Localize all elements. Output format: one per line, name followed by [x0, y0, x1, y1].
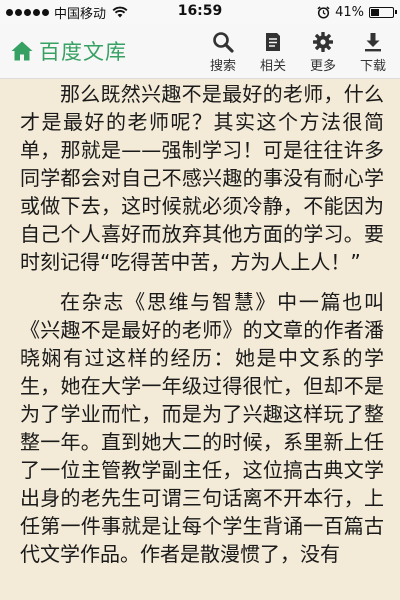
- more-button-label: 更多: [309, 59, 336, 74]
- battery-icon: [369, 6, 397, 18]
- search-button-label: 搜索: [209, 59, 236, 74]
- search-icon: [213, 32, 234, 53]
- more-button[interactable]: 更多: [298, 28, 348, 74]
- alarm-icon: [317, 5, 330, 19]
- related-button[interactable]: 相关: [248, 28, 298, 74]
- gear-icon: [313, 32, 333, 52]
- brand[interactable]: 百度文库: [10, 36, 127, 66]
- download-icon: [365, 33, 381, 52]
- related-button-label: 相关: [259, 59, 286, 74]
- download-button-label: 下载: [359, 59, 386, 74]
- brand-title: 百度文库: [39, 40, 127, 64]
- reader-screen: 中国移动 16:59 41% 百度文库 搜索 相关 更多 下载 那么既然兴趣不是…: [0, 0, 400, 600]
- document-content[interactable]: 那么既然兴趣不是最好的老师，什么才是最好的老师呢？其实这个方法很简单，那就是——…: [20, 78, 384, 600]
- nav-actions: 搜索 相关 更多 下载: [198, 28, 398, 74]
- nav-bar: 百度文库 搜索 相关 更多 下载: [0, 24, 400, 79]
- home-icon: [11, 41, 33, 61]
- search-button[interactable]: 搜索: [198, 28, 248, 74]
- download-button[interactable]: 下载: [348, 28, 398, 74]
- battery-percent: 41%: [335, 4, 364, 20]
- paragraph: 在杂志《思维与智慧》中一篇也叫《兴趣不是最好的老师》的文章的作者潘晓娴有过这样的…: [20, 290, 384, 566]
- paragraph: 那么既然兴趣不是最好的老师，什么才是最好的老师呢？其实这个方法很简单，那就是——…: [20, 82, 384, 274]
- status-bar: 中国移动 16:59 41%: [0, 0, 400, 24]
- document-icon: [266, 33, 280, 51]
